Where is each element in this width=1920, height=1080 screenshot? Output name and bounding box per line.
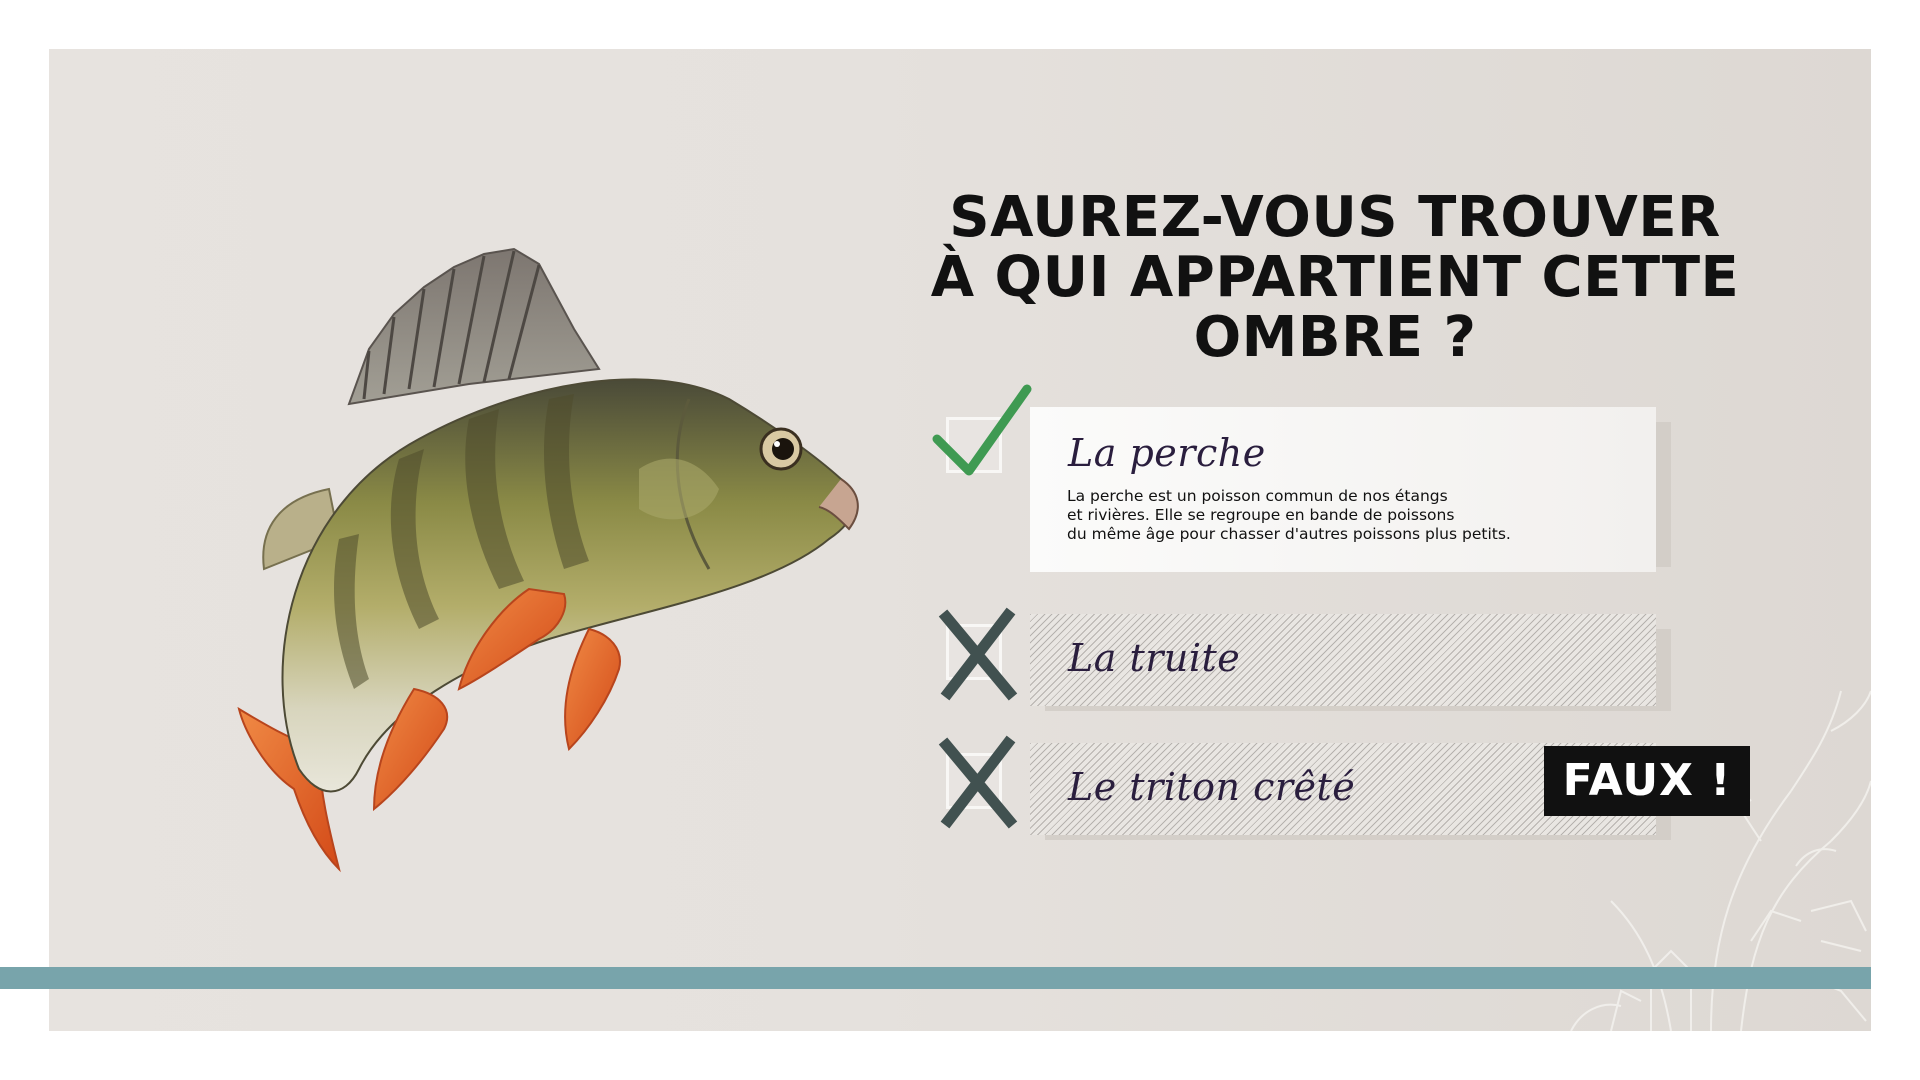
answer-label: La perche — [1068, 431, 1266, 475]
quiz-panel: SAUREZ-VOUS TROUVER À QUI APPARTIENT CET… — [49, 49, 1871, 1031]
perch-fish-illustration — [237, 247, 859, 873]
answer-option-la-perche[interactable]: La perche La perche est un poisson commu… — [1030, 407, 1656, 572]
cross-icon — [938, 607, 1018, 701]
answer-description: La perche est un poisson commun de nos é… — [1067, 487, 1511, 543]
checkmark-icon — [932, 384, 1032, 476]
cross-icon — [938, 735, 1018, 829]
feedback-badge: FAUX ! — [1544, 746, 1750, 816]
footer-accent-bar — [0, 967, 1871, 989]
quiz-question-title: SAUREZ-VOUS TROUVER À QUI APPARTIENT CET… — [820, 188, 1850, 368]
answer-option-la-truite[interactable]: La truite — [1030, 614, 1656, 706]
quiz-question-line-1: SAUREZ-VOUS TROUVER — [949, 185, 1721, 250]
answer-label: La truite — [1068, 636, 1241, 680]
quiz-question-line-2: À QUI APPARTIENT CETTE OMBRE ? — [930, 245, 1740, 370]
answer-label: Le triton crêté — [1068, 765, 1356, 809]
